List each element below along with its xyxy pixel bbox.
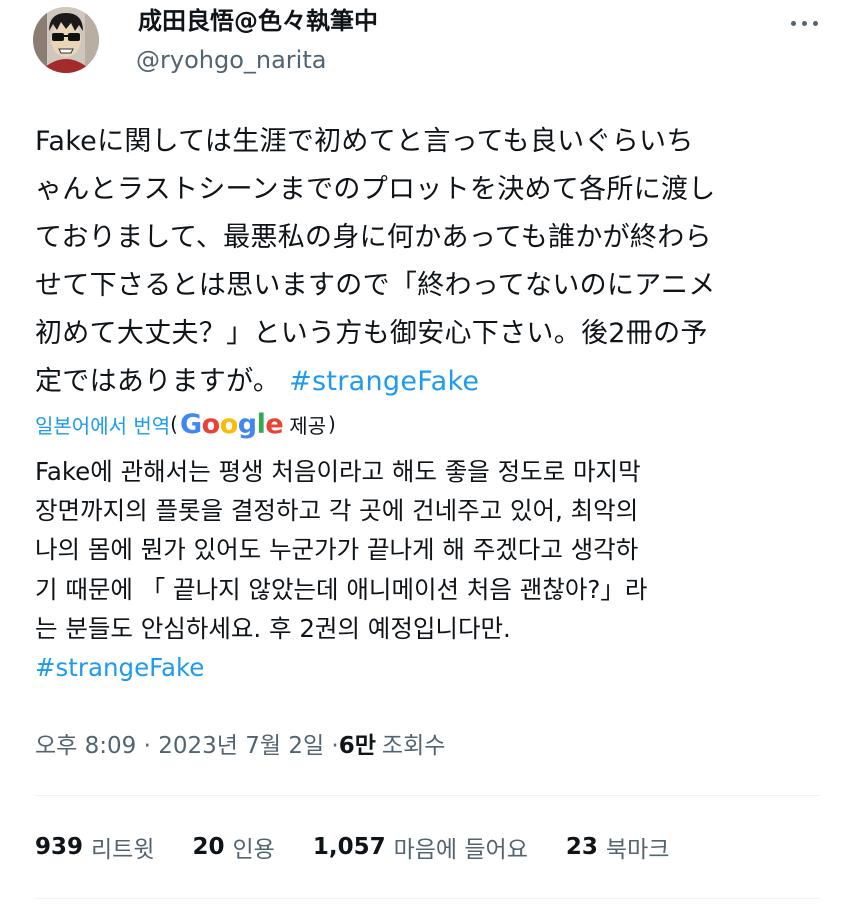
stat-quotes[interactable]: 20 인용 bbox=[193, 830, 275, 864]
divider bbox=[35, 898, 820, 899]
more-dot-icon bbox=[790, 20, 796, 26]
google-logo-letter: o bbox=[201, 408, 221, 440]
more-options-button[interactable] bbox=[786, 9, 822, 37]
google-logo-letter: o bbox=[219, 408, 239, 440]
google-logo-letter: g bbox=[237, 408, 257, 440]
engagement-stats: 939 리트윗 20 인용 1,057 마음에 들어요 23 북마크 bbox=[35, 829, 707, 865]
timestamp[interactable]: 오후 8:09 · 2023년 7월 2일 · bbox=[35, 726, 339, 760]
translated-text-line: 는 분들도 안심하세요. 후 2권의 예정입니다만. bbox=[35, 613, 511, 643]
close-paren: ) bbox=[328, 412, 336, 436]
stat-label: 인용 bbox=[232, 837, 275, 863]
stat-label: 마음에 들어요 bbox=[393, 837, 528, 863]
translation-attribution: 일본어에서 번역 ( Google 제공 ) bbox=[35, 407, 336, 441]
views-label: 조회수 bbox=[381, 733, 446, 759]
more-dot-icon bbox=[812, 20, 818, 26]
more-dot-icon bbox=[801, 20, 807, 26]
avatar[interactable] bbox=[33, 7, 99, 73]
translated-text-line: #strangeFake bbox=[35, 648, 825, 687]
tweet-meta: 오후 8:09 · 2023년 7월 2일 · 6만 조회수 bbox=[35, 723, 445, 763]
tweet-text-line: Fakeに関しては生涯で初めてと言っても良いぐらいち bbox=[35, 126, 694, 157]
translate-link[interactable]: 일본어에서 번역 bbox=[35, 410, 170, 439]
hashtag-link[interactable]: #strangeFake bbox=[35, 653, 204, 682]
tweet-text-line: せて下さるとは思いますので「終わってないのにアニメ bbox=[35, 270, 716, 301]
divider bbox=[35, 795, 820, 796]
translated-text-line: 장면까지의 플롯을 결정하고 각 곳에 건네주고 있어, 최악의 bbox=[35, 496, 639, 526]
tweet-text-line: ておりまして、最悪私の身に何かあっても誰かが終わら bbox=[35, 222, 712, 253]
hashtag-link[interactable]: #strangeFake bbox=[289, 366, 479, 397]
translated-text-line: Fake에 관해서는 평생 처음이라고 해도 좋을 정도로 마지막 bbox=[35, 457, 641, 486]
tweet-text-line: ゃんとラストシーンまでのプロットを決めて各所に渡し bbox=[35, 174, 716, 205]
author-display-name[interactable]: 成田良悟@色々執筆中 bbox=[138, 4, 378, 38]
stat-retweets[interactable]: 939 리트윗 bbox=[35, 830, 155, 864]
translated-text-line: 나의 몸에 뭔가 있어도 누군가가 끝나게 해 주겠다고 생각하 bbox=[35, 535, 639, 565]
stat-count: 1,057 bbox=[312, 834, 386, 860]
views-count: 6만 bbox=[338, 733, 376, 759]
google-logo-letter: G bbox=[179, 408, 202, 440]
translated-text: Fake에 관해서는 평생 처음이라고 해도 좋을 정도로 마지막 장면까지의 … bbox=[35, 452, 825, 687]
stat-count: 939 bbox=[35, 834, 84, 860]
tweet-text-line: 初めて大丈夫？」という方も御安心下さい。後2冊の予 bbox=[35, 318, 708, 349]
tweet-text-line-part: 定ではありますが。 bbox=[35, 366, 281, 397]
stat-count: 20 bbox=[192, 834, 225, 860]
avatar-icon bbox=[33, 7, 99, 73]
stat-likes[interactable]: 1,057 마음에 들어요 bbox=[313, 830, 528, 864]
translated-text-line: 기 때문에 「 끝나지 않았는데 애니메이션 처음 괜찮아?」라 bbox=[35, 574, 648, 604]
stat-bookmarks[interactable]: 23 북마크 bbox=[566, 830, 670, 864]
provided-label: 제공 bbox=[289, 413, 326, 438]
author-handle[interactable]: @ryohgo_narita bbox=[136, 44, 326, 76]
tweet-text-line: 定ではありますが。 #strangeFake bbox=[35, 358, 825, 406]
stat-count: 23 bbox=[565, 834, 598, 860]
open-paren: ( bbox=[170, 412, 178, 436]
stat-label: 리트윗 bbox=[91, 837, 155, 863]
google-logo-letter: e bbox=[265, 408, 284, 440]
tweet-header: 成田良悟@色々執筆中 @ryohgo_narita bbox=[0, 0, 850, 100]
google-logo: Google bbox=[179, 408, 284, 440]
tweet-text: Fakeに関しては生涯で初めてと言っても良いぐらいち ゃんとラストシーンまでのプ… bbox=[35, 118, 825, 406]
stat-label: 북마크 bbox=[605, 837, 670, 863]
